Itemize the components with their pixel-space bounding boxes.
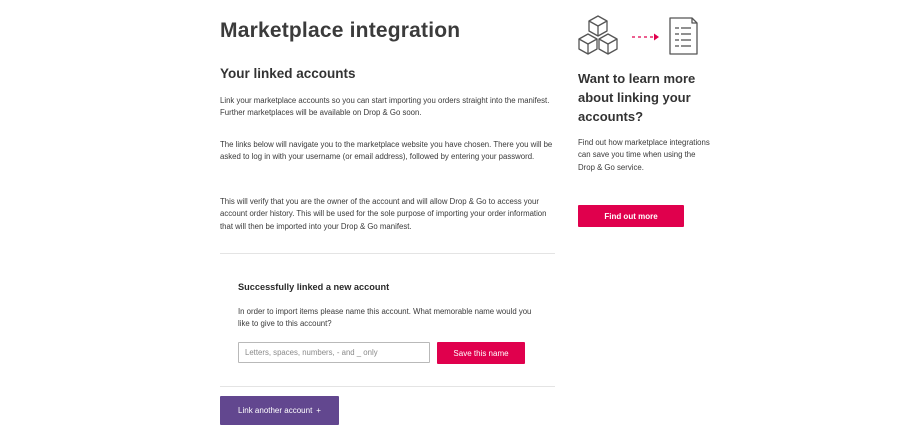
sidebar-title: Want to learn more about linking your ac… [578, 71, 696, 124]
linked-instructions: In order to import items please name thi… [238, 307, 532, 329]
find-out-more-button[interactable]: Find out more [578, 205, 684, 227]
linked-title: Successfully linked a new account [238, 282, 390, 292]
divider [220, 253, 555, 254]
verification-paragraph: This will verify that you are the owner … [220, 197, 547, 231]
navigation-paragraph: The links below will navigate you to the… [220, 140, 553, 162]
section-title: Your linked accounts [220, 66, 356, 81]
intro-paragraph: Link your marketplace accounts so you ca… [220, 96, 550, 118]
link-another-label: Link another account [238, 406, 313, 415]
save-name-button[interactable]: Save this name [437, 342, 525, 364]
divider [220, 386, 555, 387]
arrow-icon [632, 33, 659, 41]
sidebar-text: Find out how marketplace integrations ca… [578, 138, 710, 172]
link-another-account-button[interactable]: Link another account + [220, 396, 339, 425]
account-name-input[interactable] [238, 342, 430, 363]
document-icon [669, 17, 698, 55]
plus-icon: + [316, 406, 321, 415]
linking-illustration [576, 14, 700, 60]
boxes-icon [578, 15, 618, 55]
illustration-svg [578, 15, 698, 55]
page-title: Marketplace integration [220, 19, 461, 42]
